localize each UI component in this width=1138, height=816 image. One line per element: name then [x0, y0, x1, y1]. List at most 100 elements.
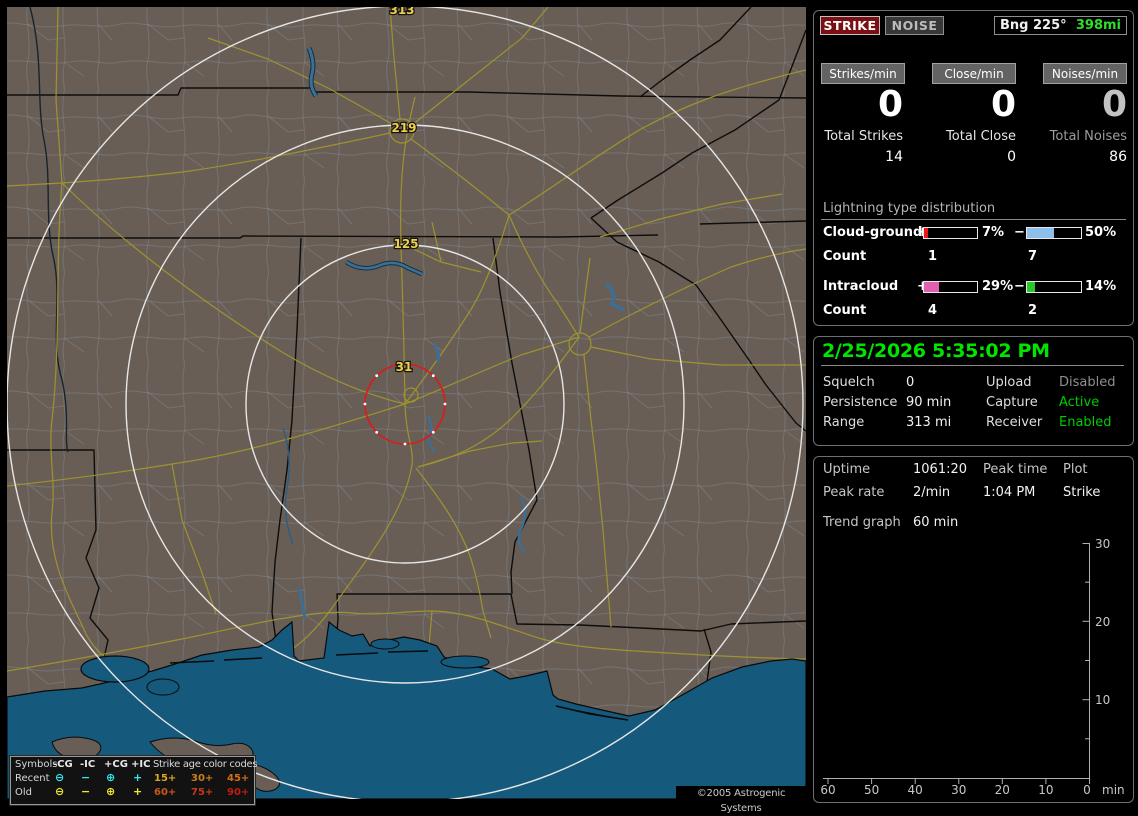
ic-positive-bar-fill — [924, 282, 940, 292]
recent-circle-minus-icon: ⊖ — [55, 771, 65, 784]
bearing-label: Bng 225° — [1000, 18, 1067, 33]
total-strikes-value: 14 — [885, 149, 903, 165]
map-canvas[interactable]: 313 219 125 31 — [6, 2, 807, 803]
minus-sign: − — [1014, 279, 1025, 294]
capture-status: Active — [1059, 395, 1100, 410]
y-tick-30: 30 — [1095, 537, 1110, 551]
old-minus-icon: − — [81, 785, 91, 798]
y-tick-10: 10 — [1095, 693, 1110, 707]
distribution-title: Lightning type distribution — [823, 201, 996, 216]
total-noises-label: Total Noises — [1049, 129, 1127, 144]
copyright-text: ©2005 Astrogenic Systems — [676, 786, 806, 814]
cg-negative-pct: 50% — [1085, 225, 1117, 240]
map-svg: 313 219 125 31 — [6, 2, 807, 803]
legend-age-header: Strike age color codes — [153, 759, 258, 770]
persistence-value: 90 min — [906, 395, 952, 410]
ring-label-31: 31 — [396, 360, 413, 374]
legend-symbols-header: Symbols — [15, 759, 58, 770]
age-45: 45+ — [227, 773, 250, 784]
x-tick-50: 50 — [864, 783, 879, 797]
legend-col-neg-ic: -IC — [80, 759, 96, 770]
divider — [821, 219, 1126, 220]
legend-col-pos-cg: +CG — [104, 759, 128, 770]
old-plus-icon: + — [133, 785, 143, 798]
noises-per-min-value: 0 — [1101, 84, 1127, 125]
cg-count-label: Count — [823, 249, 867, 264]
cg-positive-bar-fill — [924, 228, 928, 238]
old-circle-plus-icon: ⊕ — [106, 785, 116, 798]
cg-positive-pct: 7% — [982, 225, 1005, 240]
capture-label: Capture — [986, 395, 1038, 410]
strikes-per-min-value: 0 — [877, 84, 903, 125]
legend-col-pos-ic: +IC — [131, 759, 151, 770]
age-90: 90+ — [227, 787, 250, 798]
squelch-value: 0 — [906, 375, 915, 390]
trend-graph: 30 20 10 60 50 40 30 20 10 0 min — [820, 537, 1125, 797]
strike-symbol-legend: Symbols -CG -IC +CG +IC Strike age color… — [10, 756, 258, 805]
ic-positive-bar — [923, 281, 978, 293]
x-tick-30: 30 — [951, 783, 966, 797]
close-per-min-label[interactable]: Close/min — [932, 63, 1016, 84]
ic-count-label: Count — [823, 303, 867, 318]
ring-label-313: 313 — [389, 7, 414, 17]
age-30: 30+ — [191, 773, 214, 784]
y-tick-20: 20 — [1095, 615, 1110, 629]
squelch-label: Squelch — [823, 375, 875, 390]
recent-circle-plus-icon: ⊕ — [106, 771, 116, 784]
x-tick-10: 10 — [1038, 783, 1053, 797]
status-panel: 2/25/2026 5:35:02 PM Squelch 0 Upload Di… — [813, 336, 1134, 446]
legend-recent-label: Recent — [15, 773, 50, 784]
total-strikes-label: Total Strikes — [824, 129, 903, 144]
ring-label-219: 219 — [391, 121, 416, 135]
ic-negative-bar — [1026, 281, 1082, 293]
intracloud-label: Intracloud — [823, 279, 899, 294]
datetime-display: 2/25/2026 5:35:02 PM — [822, 340, 1050, 362]
x-tick-60: 60 — [820, 783, 835, 797]
cg-negative-count: 7 — [1028, 249, 1038, 264]
lake-pontchartrain — [80, 655, 150, 683]
total-close-label: Total Close — [946, 129, 1016, 144]
recent-plus-icon: + — [133, 771, 143, 784]
bearing-display: Bng 225° 398mi — [994, 16, 1127, 35]
cloud-ground-label: Cloud-ground — [823, 225, 923, 240]
ic-negative-bar-fill — [1027, 282, 1035, 292]
legend-old-label: Old — [15, 787, 32, 798]
noise-mode-button[interactable]: NOISE — [885, 16, 944, 35]
age-15: 15+ — [154, 773, 177, 784]
range-label: Range — [823, 415, 865, 430]
total-close-value: 0 — [1007, 149, 1016, 165]
strikes-per-min-label[interactable]: Strikes/min — [821, 63, 905, 84]
ic-positive-pct: 29% — [982, 279, 1014, 294]
close-per-min-value: 0 — [990, 84, 1016, 125]
old-circle-minus-icon: ⊖ — [55, 785, 65, 798]
legend-col-neg-cg: -CG — [53, 759, 73, 770]
cg-positive-bar — [923, 227, 978, 239]
noises-per-min-label[interactable]: Noises/min — [1043, 63, 1127, 84]
strike-mode-button[interactable]: STRIKE — [820, 16, 880, 35]
minus-sign: − — [1014, 225, 1025, 240]
recent-minus-icon: − — [81, 771, 91, 784]
persistence-label: Persistence — [823, 395, 898, 410]
range-value: 313 mi — [906, 415, 952, 430]
upload-label: Upload — [986, 375, 1032, 390]
cg-positive-count: 1 — [928, 249, 938, 264]
divider — [821, 365, 1124, 366]
ring-label-125: 125 — [393, 237, 418, 251]
x-axis-unit: min — [1102, 783, 1125, 797]
x-tick-20: 20 — [995, 783, 1010, 797]
bearing-distance: 398mi — [1075, 18, 1121, 33]
counters-panel: STRIKE NOISE Bng 225° 398mi Strikes/min … — [813, 10, 1134, 326]
age-75: 75+ — [191, 787, 214, 798]
ic-positive-count: 4 — [928, 303, 938, 318]
app-window: { "map": { "ring_labels": { "outer": "31… — [0, 0, 1138, 814]
receiver-status: Enabled — [1059, 415, 1112, 430]
x-tick-0: 0 — [1083, 783, 1091, 797]
total-noises-value: 86 — [1109, 149, 1127, 165]
cg-negative-bar — [1026, 227, 1082, 239]
upload-status: Disabled — [1059, 375, 1116, 390]
receiver-label: Receiver — [986, 415, 1043, 430]
cg-negative-bar-fill — [1027, 228, 1054, 238]
x-tick-40: 40 — [908, 783, 923, 797]
trend-panel: Uptime 1061:20 Peak time Plot Peak rate … — [813, 456, 1134, 803]
ic-negative-count: 2 — [1028, 303, 1038, 318]
